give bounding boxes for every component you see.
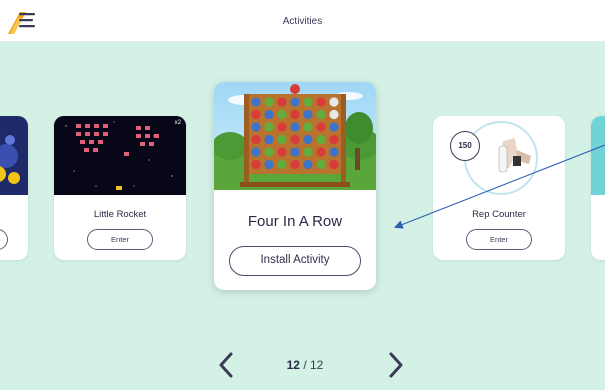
rep-count-badge: 150 <box>450 131 480 161</box>
enter-button[interactable]: Enter <box>87 229 153 250</box>
page-separator: / <box>299 358 310 372</box>
activity-card-partial-right[interactable] <box>591 116 605 260</box>
page-title: Activities <box>282 16 323 27</box>
multiplier-badge: x2 <box>174 120 181 126</box>
hand-grip-thumbnail: 150 <box>433 116 565 195</box>
activity-title: Little Rocket <box>93 209 147 220</box>
activity-title: Four In A Row <box>247 213 343 230</box>
page-indicator: 12 / 12 <box>270 358 340 372</box>
chevron-right-icon[interactable] <box>386 352 406 378</box>
activity-thumbnail <box>0 116 28 195</box>
activity-card-little-rocket[interactable]: x2 Little Rocket Enter <box>54 116 186 260</box>
activity-card-rep-counter[interactable]: 150 Rep Counter Enter <box>433 116 565 260</box>
enter-button[interactable]: Enter <box>466 229 532 250</box>
connect-four-board-thumbnail <box>214 82 376 190</box>
activity-thumbnail <box>591 116 605 195</box>
space-invaders-thumbnail: x2 <box>54 116 186 195</box>
activity-card-partial-left[interactable] <box>0 116 28 260</box>
install-activity-button[interactable]: Install Activity <box>229 246 361 276</box>
top-bar: Activities <box>0 0 605 42</box>
enter-button-partial[interactable] <box>0 229 8 250</box>
total-pages: 12 <box>310 358 324 372</box>
chevron-left-icon[interactable] <box>216 352 236 378</box>
activity-title: Rep Counter <box>472 209 526 220</box>
activity-card-four-in-a-row[interactable]: Four In A Row Install Activity <box>214 82 376 290</box>
current-page: 12 <box>286 358 300 372</box>
